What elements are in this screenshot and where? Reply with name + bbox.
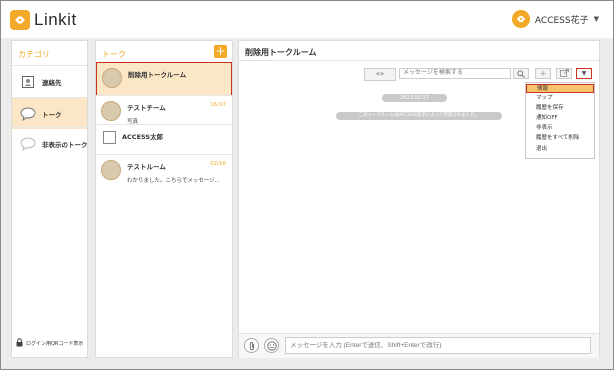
menu-item-delete-all-history[interactable]: 履歴をすべて削除 [526, 134, 594, 143]
message-input[interactable] [285, 337, 591, 354]
talk-time: 16:07 [210, 102, 226, 108]
attach-button[interactable] [244, 338, 259, 353]
speech-bubble-icon [20, 106, 36, 122]
room-menu-dropdown: 情報 マップ 履歴を保存 通知OFF 非表示 履歴をすべて削除 退出 [525, 82, 595, 159]
contacts-icon [20, 74, 36, 90]
talk-preview: わかりました。こちらでメッセージ... [127, 178, 220, 184]
date-separator: 2023.02.17 [382, 94, 447, 102]
avatar [102, 68, 122, 88]
linkit-logo-icon [10, 10, 30, 30]
message-search-input[interactable] [399, 68, 511, 79]
user-avatar-icon [511, 10, 530, 28]
talk-item-test-room[interactable]: テストルーム わかりました。こちらでメッセージ... 02/16 [96, 154, 232, 186]
menu-item-notify-off[interactable]: 通知OFF [526, 114, 594, 123]
qr-login-label: ログイン用QRコード表示 [26, 341, 84, 347]
category-hidden-talk-label: 非表示のトーク [42, 140, 88, 149]
talk-item-delete-room[interactable]: 削除用トークルーム [96, 62, 232, 96]
talk-time: 02/16 [210, 161, 226, 167]
user-name: ACCESS花子 [534, 15, 589, 26]
lock-icon [16, 338, 23, 349]
avatar [101, 101, 121, 121]
top-bar: Linkit ACCESS花子 ▼ [1, 1, 613, 38]
avatar [103, 131, 116, 144]
emoji-button[interactable] [264, 338, 279, 353]
category-panel: カテゴリ 連絡先 トーク 非表示のトーク ログイン用QRコード表示 [11, 40, 88, 358]
menu-item-info[interactable]: 情報 [526, 84, 594, 93]
talk-item-test-team[interactable]: テストチーム 写真 16:07 [96, 95, 232, 125]
talk-item-access-taro[interactable]: ACCESS太郎 [96, 124, 232, 153]
menu-item-save-history[interactable]: 履歴を保存 [526, 104, 594, 113]
category-contacts[interactable]: 連絡先 [12, 65, 87, 97]
menu-item-leave[interactable]: 退出 [526, 145, 594, 154]
talk-list-title: トーク [102, 50, 126, 59]
share-icon [559, 69, 569, 77]
app-window: Linkit ACCESS花子 ▼ カテゴリ 連絡先 トーク 非表示のトーク ロ… [0, 0, 614, 370]
divider [239, 60, 599, 61]
search-icon [517, 69, 525, 78]
menu-item-hide[interactable]: 非表示 [526, 124, 594, 133]
qr-login-link[interactable]: ログイン用QRコード表示 [16, 338, 83, 349]
avatar [101, 160, 121, 180]
chat-title: 削除用トークルーム [245, 48, 317, 57]
room-menu-button[interactable]: ▼ [576, 68, 592, 79]
user-menu[interactable]: ACCESS花子 ▼ [511, 10, 599, 28]
paperclip-icon [249, 341, 254, 350]
talk-name: ACCESS太郎 [122, 133, 164, 141]
category-talk-label: トーク [42, 110, 62, 119]
search-button[interactable] [513, 68, 529, 79]
category-talk[interactable]: トーク [12, 97, 87, 129]
caret-down-icon: ▼ [581, 70, 587, 77]
smiley-icon [266, 340, 277, 351]
hidden-speech-bubble-icon [20, 136, 36, 152]
category-title: カテゴリ [18, 50, 50, 59]
menu-item-map[interactable]: マップ [526, 94, 594, 103]
search-nav-arrows[interactable]: ◀ ▶ [364, 68, 396, 81]
add-talk-button[interactable]: + [214, 45, 227, 58]
talk-name: 削除用トークルーム [128, 71, 187, 79]
category-hidden-talk[interactable]: 非表示のトーク [12, 127, 88, 159]
system-message: このトークルームはACCESS花子によって作成されました。 [336, 112, 502, 120]
category-contacts-label: 連絡先 [42, 78, 62, 87]
share-button[interactable] [556, 68, 572, 79]
add-member-button[interactable]: + [535, 68, 551, 79]
talk-list-panel: トーク + 削除用トークルーム テストチーム 写真 16:07 ACCESS太郎 [95, 40, 233, 358]
caret-down-icon: ▼ [593, 15, 599, 23]
message-input-bar [239, 333, 599, 358]
logo: Linkit [10, 10, 77, 30]
brand-name: Linkit [34, 10, 77, 29]
